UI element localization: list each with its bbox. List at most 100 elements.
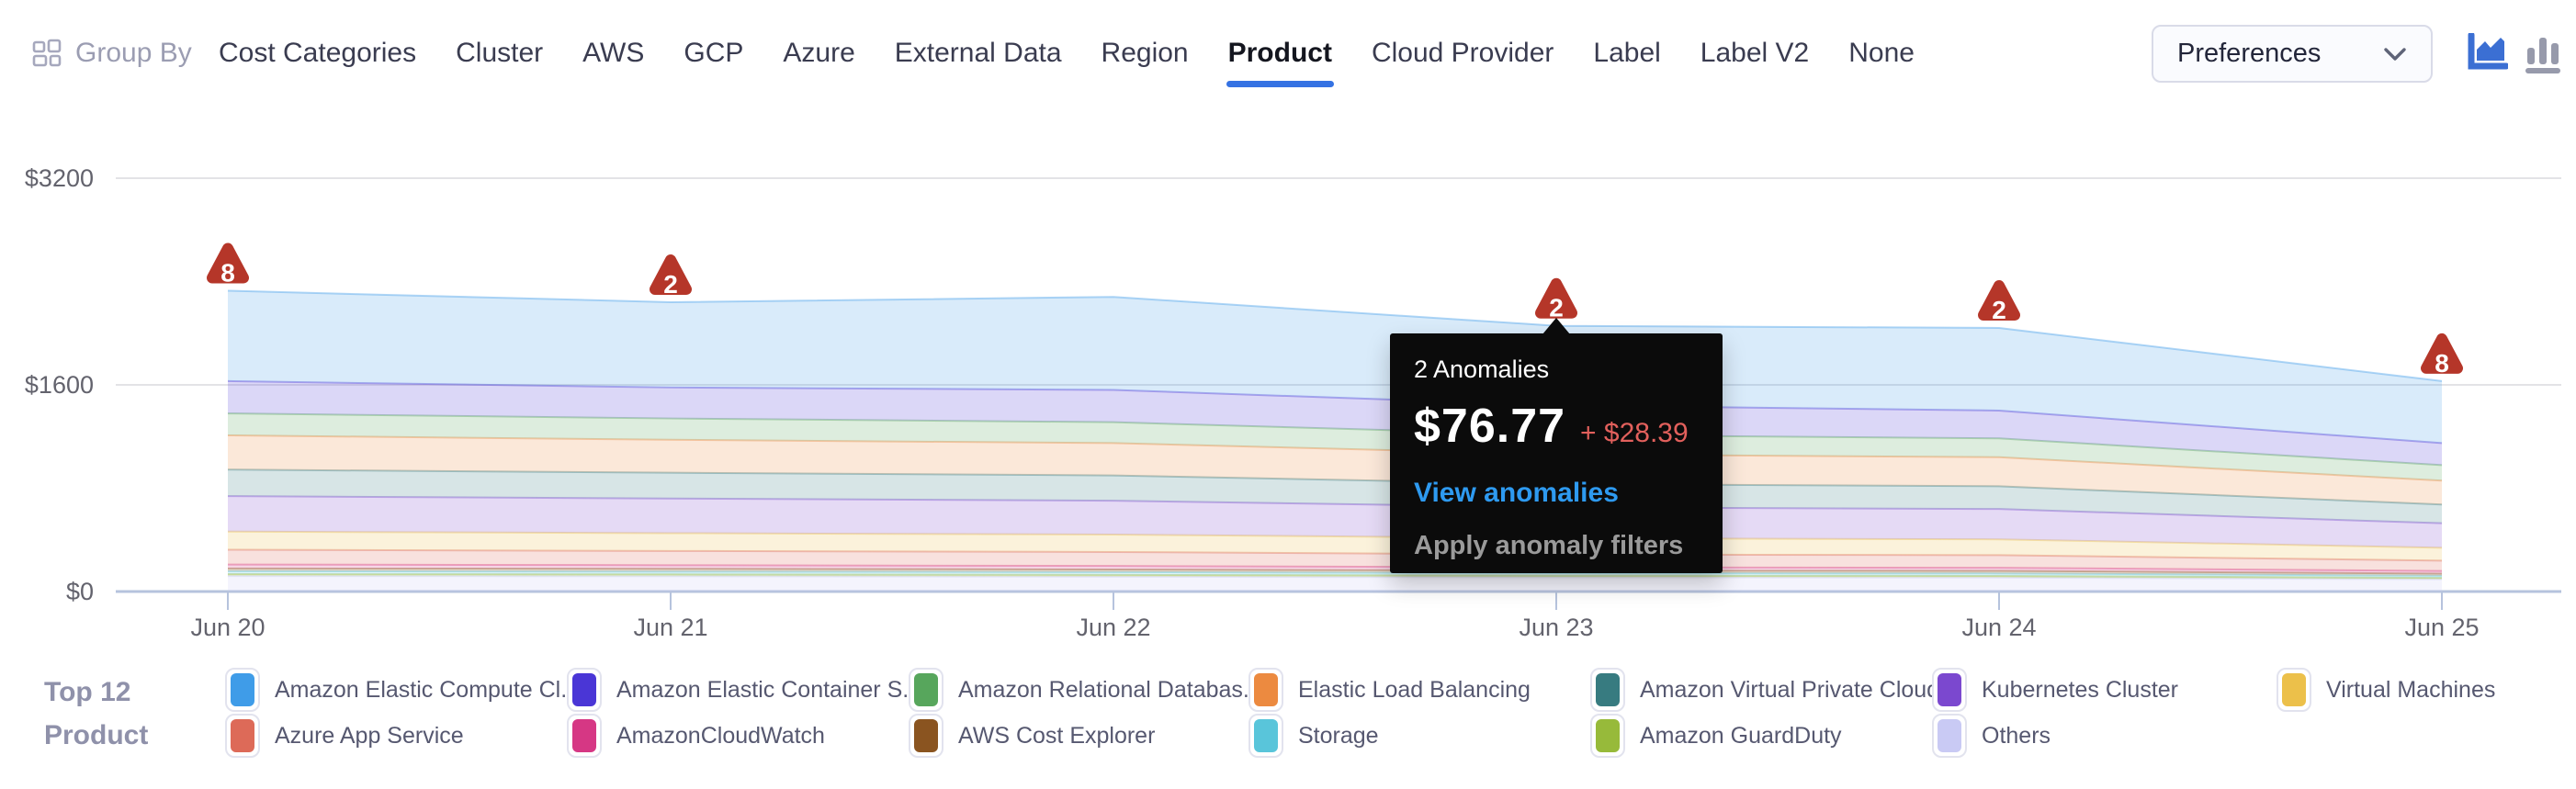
group-by-tabs: Cost Categories Cluster AWS GCP Azure Externa…: [219, 0, 1915, 106]
tab-external-data[interactable]: External Data: [895, 0, 1062, 106]
anomaly-count: 8: [2435, 349, 2449, 378]
legend-item-amazon-elastic-container-s[interactable]: Amazon Elastic Container S...: [567, 668, 921, 712]
legend-swatch: [1248, 668, 1283, 712]
legend-swatch-color: [572, 673, 596, 706]
chevron-down-icon: [2383, 47, 2407, 62]
preferences-dropdown[interactable]: Preferences: [2152, 25, 2433, 83]
legend-swatch-color: [231, 673, 254, 706]
tab-label-v2[interactable]: Label V2: [1700, 0, 1809, 106]
grid-icon: [31, 38, 62, 69]
tab-cost-categories[interactable]: Cost Categories: [219, 0, 416, 106]
legend-label: Storage: [1298, 723, 1379, 750]
bar-chart-icon[interactable]: [2525, 33, 2563, 73]
tooltip-cost-value: $76.77: [1414, 399, 1565, 454]
legend-item-amazon-relational-databas[interactable]: Amazon Relational Databas...: [909, 668, 1262, 712]
x-axis-label: Jun 23: [1519, 614, 1593, 641]
legend-label: Amazon Elastic Container S...: [616, 677, 921, 704]
y-axis-label: $1600: [25, 371, 94, 399]
legend-swatch: [1932, 714, 1967, 758]
legend-label: Elastic Load Balancing: [1298, 677, 1531, 704]
anomaly-marker-jun-23[interactable]: 2: [1541, 284, 1572, 322]
chart-type-switcher: [2466, 33, 2563, 73]
group-by: Group By: [31, 0, 192, 106]
legend-swatch: [567, 668, 602, 712]
anomaly-marker-jun-25[interactable]: 8: [2426, 339, 2457, 378]
legend-swatch: [1590, 668, 1625, 712]
legend-swatch-color: [1596, 719, 1620, 752]
legend-item-kubernetes-cluster[interactable]: Kubernetes Cluster: [1932, 668, 2178, 712]
apply-anomaly-filters-link[interactable]: Apply anomaly filters: [1414, 531, 1699, 561]
legend-swatch: [909, 714, 943, 758]
legend-swatch: [1248, 714, 1283, 758]
anomaly-count: 8: [220, 258, 235, 287]
tab-cloud-provider[interactable]: Cloud Provider: [1372, 0, 1554, 106]
legend-item-azure-app-service[interactable]: Azure App Service: [225, 714, 464, 758]
legend-label: Amazon GuardDuty: [1640, 723, 1842, 750]
legend-swatch-color: [572, 719, 596, 752]
legend-item-amazoncloudwatch[interactable]: AmazonCloudWatch: [567, 714, 825, 758]
legend-swatch: [225, 668, 260, 712]
anomaly-marker-jun-20[interactable]: 8: [212, 248, 243, 287]
legend-label: Amazon Virtual Private Cloud: [1640, 677, 1939, 704]
legend-swatch-color: [1938, 673, 1961, 706]
tooltip-value-row: $76.77 + $28.39: [1414, 399, 1699, 454]
legend-label: Azure App Service: [275, 723, 464, 750]
tab-product[interactable]: Product: [1228, 0, 1332, 106]
group-by-label: Group By: [75, 38, 192, 69]
tab-azure[interactable]: Azure: [783, 0, 854, 106]
tooltip-cost-delta: + $28.39: [1580, 418, 1689, 449]
legend-item-storage[interactable]: Storage: [1248, 714, 1379, 758]
legend-swatch: [1590, 714, 1625, 758]
chart-legend: Amazon Elastic Compute Cl... Amazon Elast…: [0, 643, 2576, 784]
legend-item-elastic-load-balancing[interactable]: Elastic Load Balancing: [1248, 668, 1531, 712]
x-axis-label: Jun 24: [1961, 614, 2036, 641]
anomaly-count: 2: [1992, 296, 2006, 324]
tab-region[interactable]: Region: [1102, 0, 1189, 106]
x-axis-label: Jun 21: [633, 614, 707, 641]
anomaly-tooltip: 2 Anomalies $76.77 + $28.39 View anomali…: [1390, 333, 1723, 573]
legend-label: Kubernetes Cluster: [1982, 677, 2178, 704]
legend-swatch-color: [231, 719, 254, 752]
legend-swatch: [909, 668, 943, 712]
tooltip-title: 2 Anomalies: [1414, 355, 1699, 384]
preferences-label: Preferences: [2177, 39, 2321, 69]
legend-item-amazon-virtual-private-cloud[interactable]: Amazon Virtual Private Cloud: [1590, 668, 1939, 712]
legend-label: Amazon Elastic Compute Cl...: [275, 677, 580, 704]
legend-swatch-color: [914, 673, 938, 706]
x-axis-label: Jun 25: [2404, 614, 2479, 641]
y-axis-label: $3200: [25, 164, 94, 192]
tab-cluster[interactable]: Cluster: [456, 0, 543, 106]
tab-none[interactable]: None: [1848, 0, 1915, 106]
legend-swatch-color: [1938, 719, 1961, 752]
header-bar: Group By Cost Categories Cluster AWS GCP Azu…: [0, 0, 2576, 106]
tab-gcp[interactable]: GCP: [684, 0, 743, 106]
anomaly-marker-jun-21[interactable]: 2: [655, 260, 686, 299]
tab-aws[interactable]: AWS: [582, 0, 644, 106]
legend-item-others[interactable]: Others: [1932, 714, 2051, 758]
legend-swatch-color: [1254, 719, 1278, 752]
legend-swatch-color: [2282, 673, 2306, 706]
legend-item-virtual-machines[interactable]: Virtual Machines: [2277, 668, 2495, 712]
legend-swatch: [225, 714, 260, 758]
legend-swatch: [1932, 668, 1967, 712]
tab-label[interactable]: Label: [1593, 0, 1660, 106]
legend-label: AWS Cost Explorer: [958, 723, 1155, 750]
legend-label: Virtual Machines: [2326, 677, 2495, 704]
legend-item-amazon-elastic-compute-cl[interactable]: Amazon Elastic Compute Cl...: [225, 668, 580, 712]
x-axis-label: Jun 20: [190, 614, 265, 641]
legend-label: Others: [1982, 723, 2051, 750]
view-anomalies-link[interactable]: View anomalies: [1414, 478, 1699, 509]
legend-swatch-color: [1596, 673, 1620, 706]
x-axis-label: Jun 22: [1076, 614, 1150, 641]
area-chart-icon[interactable]: [2466, 33, 2508, 73]
legend-label: AmazonCloudWatch: [616, 723, 825, 750]
legend-item-aws-cost-explorer[interactable]: AWS Cost Explorer: [909, 714, 1155, 758]
legend-swatch-color: [1254, 673, 1278, 706]
legend-item-amazon-guardduty[interactable]: Amazon GuardDuty: [1590, 714, 1842, 758]
anomaly-count: 2: [663, 270, 678, 299]
legend-label: Amazon Relational Databas...: [958, 677, 1262, 704]
legend-swatch-color: [914, 719, 938, 752]
y-axis-label: $0: [66, 578, 94, 605]
legend-swatch: [2277, 668, 2311, 712]
anomaly-marker-jun-24[interactable]: 2: [1983, 286, 2015, 324]
